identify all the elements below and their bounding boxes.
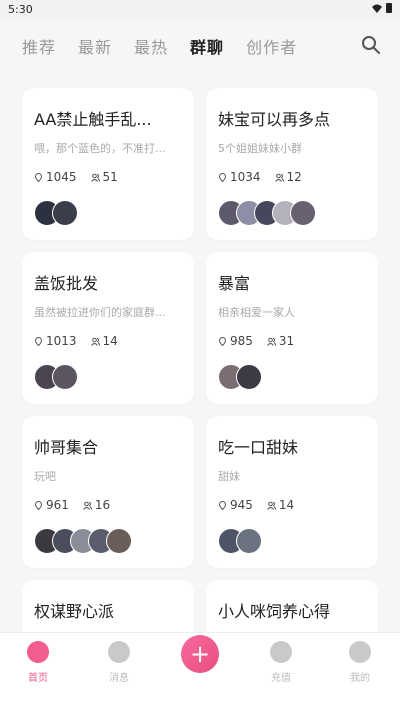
group-stats: 1045 51 [34,170,182,184]
member-count: 14 [278,498,295,512]
avatar [52,200,78,226]
group-description: 5个姐姐妹妹小群 [218,142,302,155]
avatar [52,364,78,390]
top-nav: 推荐 最新 最热 群聊 创作者 [0,20,400,72]
home-icon [27,641,49,663]
member-avatars [34,200,182,228]
group-title: 权谋野心派 [34,602,115,621]
group-title: 吃一口甜妹 [218,438,299,457]
view-count: 961 [46,498,69,512]
group-card[interactable]: AA禁止触手乱... 喂，那个蓝色的，不准打... 1045 51 [22,88,194,240]
status-bar: 5:30 [0,0,400,20]
location-icon [218,500,227,510]
group-card[interactable]: 小人咪饲养心得 [206,580,378,632]
members-icon [267,501,276,510]
group-description: 喂，那个蓝色的，不准打... [34,142,166,155]
member-avatars [34,528,182,556]
group-card[interactable]: 帅哥集合 玩吧 961 16 [22,416,194,568]
category-tabs: 推荐 最新 最热 群聊 创作者 [22,34,297,58]
group-title: 盖饭批发 [34,274,99,293]
member-avatars [34,364,182,392]
member-avatars [218,200,366,228]
profile-icon [349,641,371,663]
member-count: 31 [278,334,295,348]
group-title: 帅哥集合 [34,438,99,457]
nav-home-label: 首页 [28,673,48,684]
location-icon [218,336,227,346]
nav-messages[interactable]: 消息 [89,641,149,684]
group-description: 甜妹 [218,470,240,483]
member-count: 12 [286,170,302,184]
status-icons [372,3,392,13]
group-card[interactable]: 吃一口甜妹 甜妹 945 14 [206,416,378,568]
group-stats: 945 14 [218,498,366,512]
group-card[interactable]: 权谋野心派 [22,580,194,632]
member-count: 14 [102,334,118,348]
members-icon [90,337,100,346]
wifi-icon [372,4,382,13]
group-title: AA禁止触手乱... [34,110,152,129]
group-stats: 985 31 [218,334,366,348]
member-count: 51 [102,170,118,184]
bottom-nav: 首页 消息 + 充值 我的 [0,632,400,710]
nav-recharge-label: 充值 [271,673,291,684]
members-icon [90,173,100,182]
nav-mine-label: 我的 [350,673,370,684]
nav-recharge[interactable]: 充值 [251,641,311,684]
tab-hottest[interactable]: 最热 [134,34,168,58]
location-icon [34,172,43,182]
group-title: 妹宝可以再多点 [218,110,331,129]
group-card[interactable]: 盖饭批发 虽然被拉进你们的家庭群... 1013 14 [22,252,194,404]
avatar [236,364,262,390]
location-icon [34,500,43,510]
message-icon [108,641,130,663]
member-avatars [218,528,366,556]
group-card[interactable]: 妹宝可以再多点 5个姐姐妹妹小群 1034 12 [206,88,378,240]
recharge-icon [270,641,292,663]
member-avatars [218,364,366,392]
tab-creators[interactable]: 创作者 [246,34,297,58]
tab-recommended[interactable]: 推荐 [22,34,56,58]
group-description: 相亲相爱一家人 [218,306,295,319]
view-count: 1034 [230,170,261,184]
members-icon [83,501,92,510]
avatar [236,528,262,554]
view-count: 1013 [46,334,77,348]
group-description: 玩吧 [34,470,56,483]
view-count: 1045 [46,170,77,184]
members-icon [274,173,284,182]
avatar [106,528,132,554]
search-icon[interactable] [360,34,382,56]
location-icon [218,172,227,182]
group-card[interactable]: 暴富 相亲相爱一家人 985 31 [206,252,378,404]
avatar [290,200,316,226]
group-stats: 1034 12 [218,170,366,184]
group-stats: 961 16 [34,498,182,512]
nav-mine[interactable]: 我的 [330,641,390,684]
nav-messages-label: 消息 [109,673,129,684]
battery-icon [386,3,392,13]
create-button[interactable]: + [181,635,219,673]
group-description: 虽然被拉进你们的家庭群... [34,306,166,319]
location-icon [34,336,43,346]
group-stats: 1013 14 [34,334,182,348]
status-time: 5:30 [8,3,33,16]
tab-group-chat[interactable]: 群聊 [190,34,224,58]
group-feed: AA禁止触手乱... 喂，那个蓝色的，不准打... 1045 51 妹宝可以再多… [0,72,400,632]
group-title: 小人咪饲养心得 [218,602,331,621]
group-title: 暴富 [218,274,251,293]
view-count: 985 [230,334,253,348]
tab-latest[interactable]: 最新 [78,34,112,58]
members-icon [267,337,276,346]
member-count: 16 [94,498,111,512]
nav-home[interactable]: 首页 [8,641,68,684]
view-count: 945 [230,498,253,512]
